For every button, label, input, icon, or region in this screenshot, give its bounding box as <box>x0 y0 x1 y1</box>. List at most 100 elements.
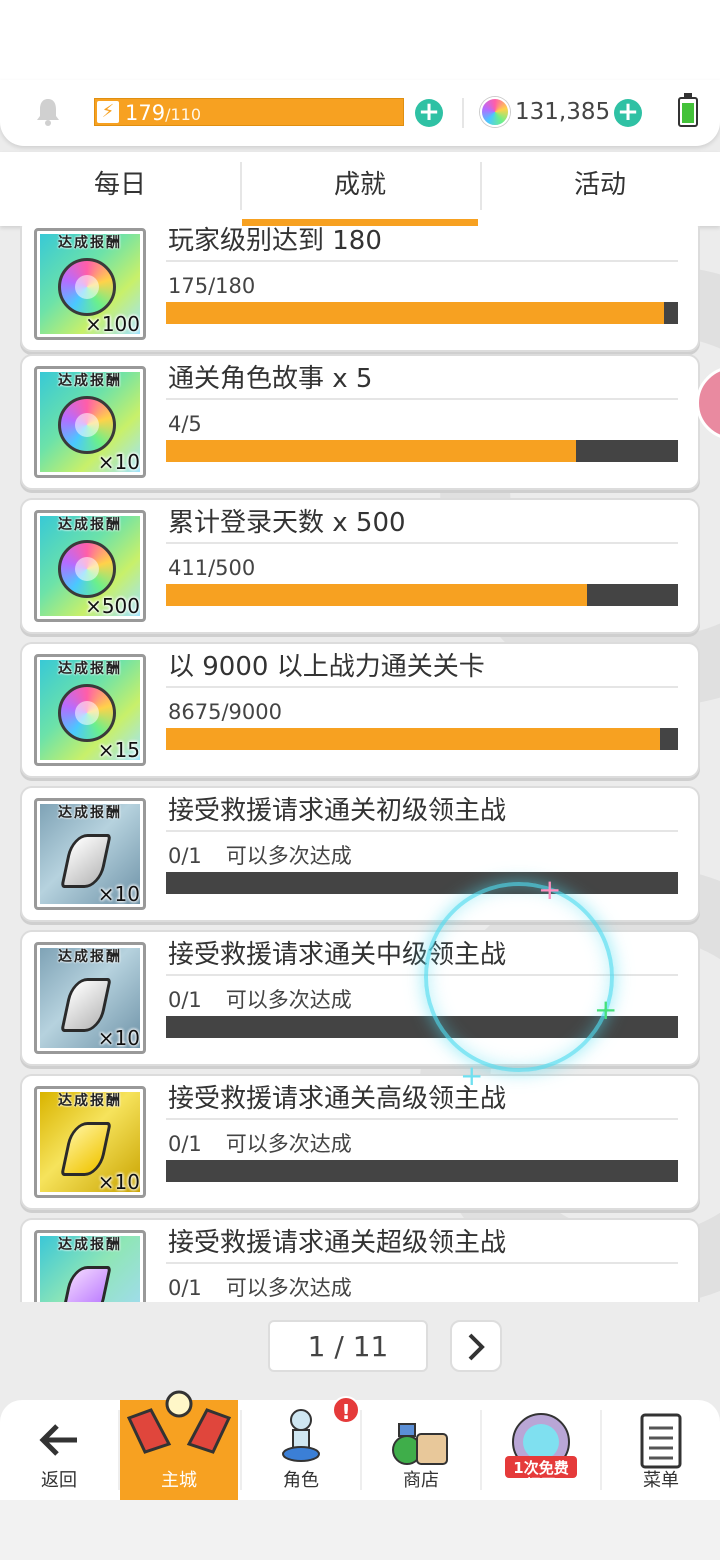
divider <box>166 686 678 688</box>
progress-text: 0/1 可以多次达成 <box>168 1130 352 1158</box>
progress-value: 4/5 <box>168 412 202 436</box>
lightning-icon: ⚡ <box>97 101 119 123</box>
reward-icon: 达成报酬 <box>34 1230 146 1302</box>
nav-main-city[interactable]: 主城 <box>120 1390 238 1500</box>
achievement-card[interactable]: 达成报酬 接受救援请求通关超级领主战 0/1 可以多次达成 <box>20 1218 700 1302</box>
progress-text: 411/500 <box>168 554 279 582</box>
achievement-card[interactable]: 达成报酬 ×500 累计登录天数 x 500 411/500 <box>20 498 700 634</box>
add-stamina-button[interactable]: + <box>415 99 443 127</box>
alert-badge: ! <box>332 1396 360 1424</box>
battery-icon <box>678 93 698 127</box>
tab-achievements[interactable]: 成就 <box>240 152 480 226</box>
achievement-title: 接受救援请求通关高级领主战 <box>168 1084 507 1114</box>
page-indicator: 1 / 11 <box>268 1320 428 1372</box>
gem-count: 131,385 <box>515 99 611 125</box>
sparkle-icon: + <box>460 1059 484 1092</box>
repeatable-note: 可以多次达成 <box>225 844 352 868</box>
nav-shop[interactable]: 商店 <box>362 1400 480 1500</box>
nav-label: 商店 <box>403 1470 439 1491</box>
tab-events[interactable]: 活动 <box>480 152 720 226</box>
progress-value: 411/500 <box>168 556 256 580</box>
purple-crystal-icon <box>60 1266 112 1302</box>
tab-daily[interactable]: 每日 <box>0 152 240 226</box>
achievement-card[interactable]: 达成报酬 ×100 玩家级别达到 180 175/180 <box>20 226 700 352</box>
progress-text: 8675/9000 <box>168 698 306 726</box>
reward-icon: 达成报酬 ×10 <box>34 366 146 478</box>
nav-label: 1次免费 扭蛋 <box>513 1459 569 1494</box>
chevron-right-icon <box>468 1333 485 1361</box>
achievement-list[interactable]: 达成报酬 ×100 玩家级别达到 180 175/180 达成报酬 ×10 通关角色故事 x… <box>0 226 720 1302</box>
repeatable-note: 可以多次达成 <box>225 1132 352 1156</box>
reward-icon: 达成报酬 ×500 <box>34 510 146 622</box>
progress-text: 4/5 <box>168 410 226 438</box>
rainbow-gem-icon <box>58 540 116 598</box>
progress-bar <box>166 584 678 606</box>
progress-value: 0/1 <box>168 1132 202 1156</box>
achievement-title: 接受救援请求通关超级领主战 <box>168 1228 507 1258</box>
repeatable-note: 可以多次达成 <box>225 988 352 1012</box>
progress-text: 0/1 可以多次达成 <box>168 1274 352 1302</box>
castle-icon <box>126 1390 232 1454</box>
reward-icon: 达成报酬 ×15 <box>34 654 146 766</box>
progress-value: 0/1 <box>168 844 202 868</box>
reward-icon: 达成报酬 ×10 <box>34 1086 146 1198</box>
progress-bar <box>166 728 678 750</box>
stamina-bar: ⚡ 179/110 <box>94 98 404 126</box>
progress-bar <box>166 1160 678 1182</box>
divider <box>166 398 678 400</box>
reward-tag: 达成报酬 <box>58 235 122 251</box>
divider <box>462 98 464 128</box>
progress-text: 175/180 <box>168 272 279 300</box>
reward-icon: 达成报酬 ×10 <box>34 798 146 910</box>
reward-tag: 达成报酬 <box>58 1237 122 1253</box>
reward-quantity: ×10 <box>97 1170 140 1192</box>
gold-crystal-icon <box>60 1122 112 1176</box>
silver-crystal-icon <box>60 834 112 888</box>
achievement-title: 以 9000 以上战力通关关卡 <box>168 652 485 682</box>
achievement-title: 累计登录天数 x 500 <box>168 508 406 538</box>
reward-quantity: ×500 <box>85 594 140 616</box>
reward-quantity: ×100 <box>85 312 140 334</box>
achievement-card[interactable]: 达成报酬 ×15 以 9000 以上战力通关关卡 8675/9000 <box>20 642 700 778</box>
nav-menu[interactable]: 菜单 <box>602 1400 720 1500</box>
rainbow-gem-icon <box>58 258 116 316</box>
sparkle-icon: + <box>538 873 562 906</box>
progress-bar <box>166 872 678 894</box>
reward-quantity: ×10 <box>97 450 140 472</box>
add-gems-button[interactable]: + <box>614 99 642 127</box>
rainbow-gem-icon <box>58 396 116 454</box>
reward-tag: 达成报酬 <box>58 1093 122 1109</box>
notification-bell-icon[interactable] <box>34 96 62 126</box>
nav-label: 角色 <box>283 1470 319 1491</box>
achievement-card[interactable]: 达成报酬 ×10 接受救援请求通关初级领主战 0/1 可以多次达成 <box>20 786 700 922</box>
reward-icon: 达成报酬 ×100 <box>34 228 146 340</box>
divider <box>166 542 678 544</box>
nav-label: 菜单 <box>643 1470 679 1491</box>
reward-tag: 达成报酬 <box>58 517 122 533</box>
progress-fill <box>166 728 660 750</box>
nav-gacha[interactable]: 1次免费 扭蛋 <box>482 1400 600 1500</box>
tap-effect <box>424 882 614 1072</box>
reward-tag: 达成报酬 <box>58 805 122 821</box>
reward-tag: 达成报酬 <box>58 661 122 677</box>
progress-value: 0/1 <box>168 1276 202 1300</box>
sparkle-icon: + <box>594 993 618 1026</box>
achievement-card[interactable]: 达成报酬 ×10 接受救援请求通关高级领主战 0/1 可以多次达成 <box>20 1074 700 1210</box>
nav-back[interactable]: 返回 <box>0 1400 118 1500</box>
bottom-nav: 返回 主城 角色 ! 商店 1次免费 扭蛋 菜单 <box>0 1390 720 1500</box>
next-page-button[interactable] <box>450 1320 502 1372</box>
reward-tag: 达成报酬 <box>58 949 122 965</box>
progress-text: 0/1 可以多次达成 <box>168 986 352 1014</box>
divider <box>166 260 678 262</box>
menu-list-icon <box>640 1413 682 1469</box>
rainbow-gem-icon <box>58 684 116 742</box>
character-icon <box>282 1409 320 1462</box>
progress-value: 175/180 <box>168 274 256 298</box>
achievement-title: 玩家级别达到 180 <box>168 226 382 256</box>
resource-bar: ⚡ 179/110 + 131,385 + <box>0 80 720 146</box>
progress-fill <box>166 440 576 462</box>
achievement-title: 接受救援请求通关初级领主战 <box>168 796 507 826</box>
progress-bar <box>166 440 678 462</box>
achievement-card[interactable]: 达成报酬 ×10 通关角色故事 x 5 4/5 <box>20 354 700 490</box>
reward-quantity: ×15 <box>97 738 140 760</box>
